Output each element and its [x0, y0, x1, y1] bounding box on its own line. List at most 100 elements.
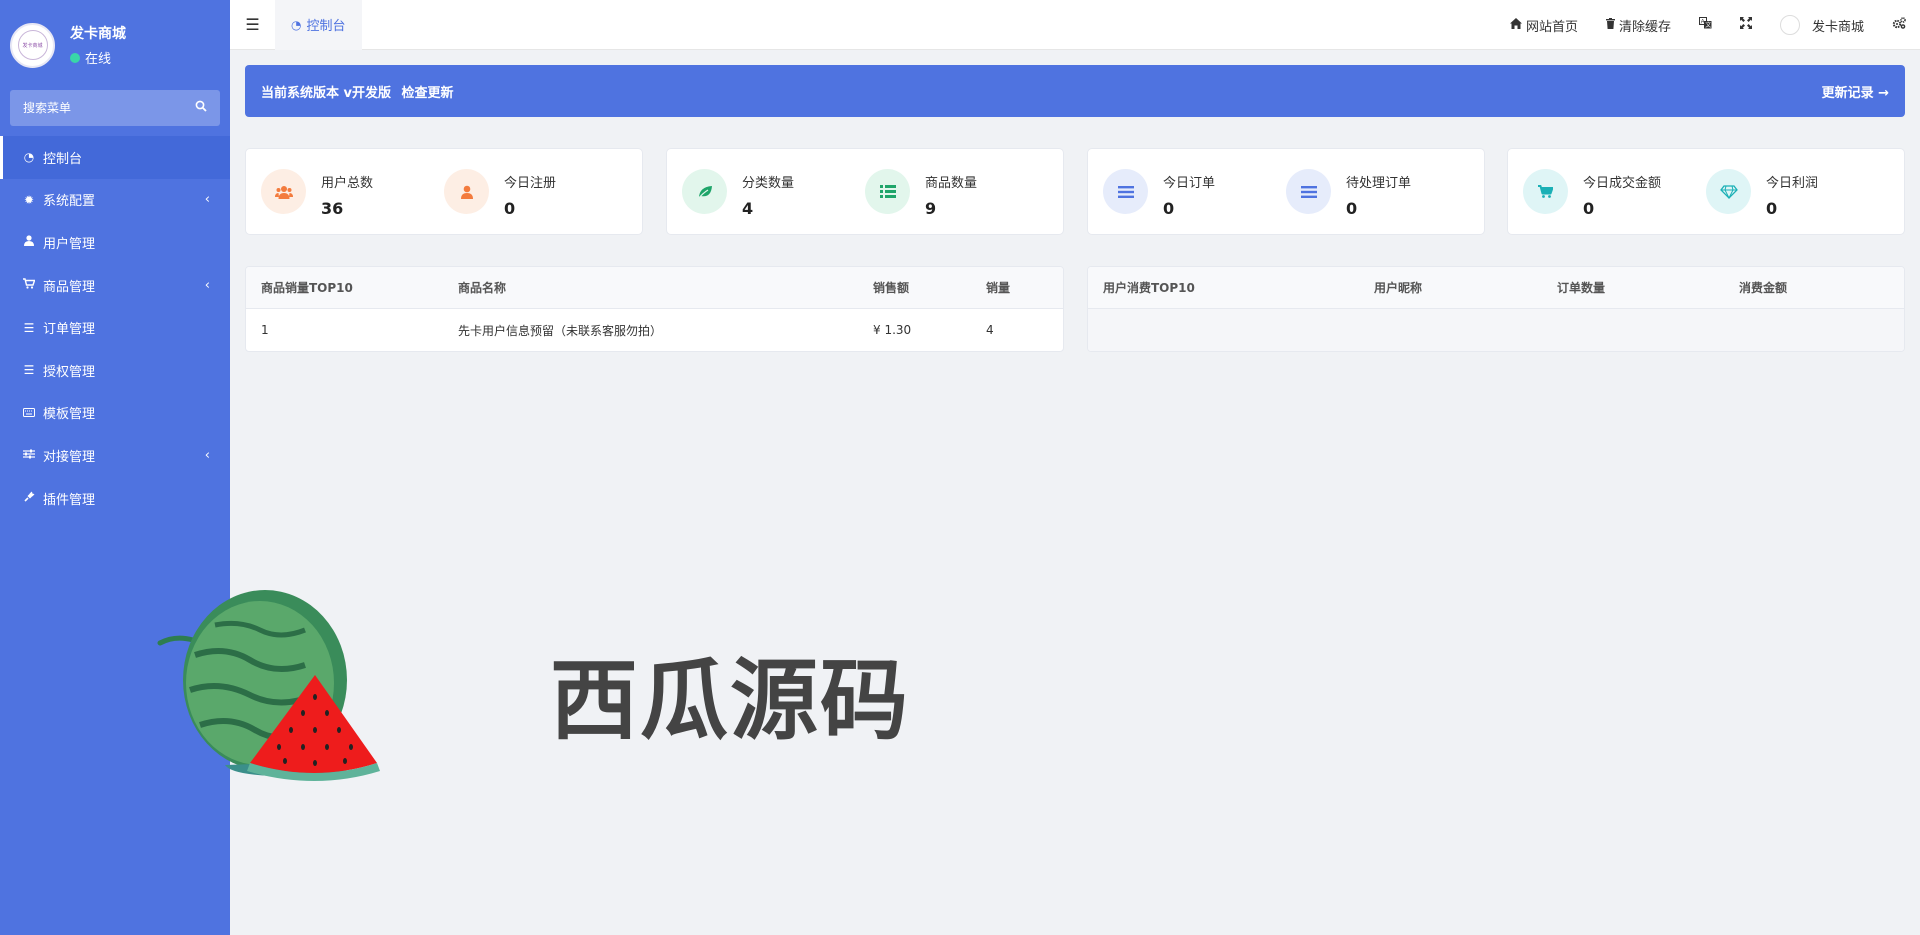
stat-product-count: 商品数量 9	[865, 169, 977, 218]
status-text: 在线	[85, 52, 112, 67]
sidebar-item-orders[interactable]: ☰ 订单管理	[0, 306, 230, 349]
stat-value: 0	[1583, 199, 1595, 218]
expand-icon	[1739, 17, 1752, 33]
sidebar-item-label: 商品管理	[43, 279, 96, 295]
version-text: 当前系统版本 v开发版	[261, 85, 392, 101]
leaf-icon	[682, 169, 727, 214]
stat-value: 4	[742, 199, 754, 218]
column-header: 消费金额	[1739, 281, 1788, 295]
sidebar-item-label: 控制台	[43, 151, 83, 167]
stat-label: 待处理订单	[1346, 176, 1412, 191]
sidebar-item-label: 订单管理	[43, 322, 96, 338]
home-link-label: 网站首页	[1525, 19, 1578, 35]
chevron-left-icon: ‹	[204, 447, 210, 463]
stat-text: 今日成交金额 0	[1583, 169, 1661, 218]
column-header: 销量	[986, 281, 1011, 295]
stat-card-catalog: 分类数量 4 商品数量 9	[666, 148, 1064, 235]
users-icon	[261, 169, 306, 214]
search-icon[interactable]	[195, 100, 207, 116]
version-banner: 当前系统版本 v开发版 检查更新 更新记录 →	[245, 65, 1905, 117]
stat-text: 商品数量 9	[925, 169, 977, 218]
stat-today-orders: 今日订单 0	[1103, 169, 1215, 218]
stat-label: 用户总数	[321, 176, 374, 191]
stat-label: 今日注册	[504, 176, 557, 191]
avatar-logo: 发卡商城	[17, 30, 48, 60]
dashboard-icon: ◔	[23, 150, 35, 165]
changelog-link[interactable]: 更新记录 →	[1822, 82, 1889, 101]
sidebar-item-integrations[interactable]: 对接管理 ‹	[0, 434, 230, 477]
sidebar-item-label: 系统配置	[43, 194, 96, 210]
stat-total-users: 用户总数 36	[261, 169, 373, 218]
menu-search	[10, 90, 220, 126]
watermark-text: 西瓜源码	[550, 649, 911, 752]
top-right-links: 网站首页 清除缓存 A文 发卡商城	[1509, 0, 1920, 50]
chevron-left-icon: ‹	[204, 277, 210, 293]
stat-value: 0	[1766, 199, 1778, 218]
stat-card-users: 用户总数 36 今日注册 0	[245, 148, 643, 235]
list-icon	[1286, 169, 1331, 214]
stat-card-orders: 今日订单 0 待处理订单 0	[1087, 148, 1485, 235]
sidebar-item-label: 对接管理	[43, 449, 96, 465]
menu-search-input[interactable]	[23, 101, 173, 115]
plug-icon	[22, 491, 36, 506]
stat-label: 分类数量	[742, 176, 795, 191]
sidebar-item-users[interactable]: 用户管理	[0, 221, 230, 264]
profile-info: 发卡商城 在线	[70, 23, 126, 67]
keyboard-icon	[22, 406, 36, 420]
consume-top10-table: 用户消费TOP10 用户昵称 订单数量 消费金额	[1087, 266, 1905, 352]
sidebar-item-products[interactable]: 商品管理 ‹	[0, 264, 230, 307]
stat-value: 0	[504, 199, 516, 218]
online-dot-icon	[70, 52, 80, 63]
translate-icon: A文	[1698, 17, 1712, 33]
banner-left: 当前系统版本 v开发版 检查更新	[261, 82, 460, 101]
sidebar-item-dashboard[interactable]: ◔ 控制台	[0, 136, 230, 179]
stat-pending-orders: 待处理订单 0	[1286, 169, 1411, 218]
stat-label: 今日成交金额	[1583, 176, 1662, 191]
stat-label: 今日利润	[1766, 176, 1819, 191]
sidebar-menu: ◔ 控制台 ✹ 系统配置 ‹ 用户管理 商品管理 ‹ ☰ 订单管理 ☰ 授权管理…	[0, 136, 230, 519]
stat-today-registered: 今日注册 0	[444, 169, 556, 218]
language-button[interactable]: A文	[1698, 17, 1712, 33]
table-header: 用户消费TOP10 用户昵称 订单数量 消费金额	[1088, 267, 1904, 309]
column-header: 商品名称	[458, 281, 507, 295]
profile-panel: 发卡商城 发卡商城 在线	[0, 0, 230, 90]
sidebar-item-plugins[interactable]: 插件管理	[0, 477, 230, 520]
stat-text: 分类数量 4	[742, 169, 794, 218]
tab-dashboard[interactable]: ◔ 控制台	[275, 0, 362, 50]
top-navbar: ☰ ◔ 控制台 网站首页 清除缓存 A文 发卡商城	[230, 0, 1920, 50]
table-row[interactable]: 1 先卡用户信息预留（未联系客服勿拍） ¥ 1.30 4	[246, 309, 1063, 351]
sidebar-item-system-config[interactable]: ✹ 系统配置 ‹	[0, 179, 230, 222]
avatar	[1779, 15, 1800, 35]
stat-label: 商品数量	[925, 176, 978, 191]
cart-icon	[1523, 169, 1568, 214]
clear-cache-button[interactable]: 清除缓存	[1605, 16, 1671, 35]
check-update-link[interactable]: 检查更新	[402, 86, 454, 101]
sidebar-item-label: 用户管理	[43, 236, 96, 252]
settings-button[interactable]	[1892, 17, 1906, 33]
stat-label: 今日订单	[1163, 176, 1216, 191]
stat-text: 今日注册 0	[504, 169, 556, 218]
sidebar: 发卡商城 发卡商城 在线 ◔ 控制台 ✹ 系统配置 ‹	[0, 0, 230, 935]
stat-text: 今日订单 0	[1163, 169, 1215, 218]
fullscreen-button[interactable]	[1739, 17, 1752, 33]
svg-text:文: 文	[1705, 21, 1711, 29]
empty-table-body	[1088, 309, 1904, 351]
rank-cell: 1	[261, 323, 269, 337]
stat-text: 今日利润 0	[1766, 169, 1818, 218]
sidebar-item-templates[interactable]: 模板管理	[0, 392, 230, 435]
cart-icon	[22, 278, 36, 292]
user-menu[interactable]: 发卡商城	[1779, 15, 1864, 35]
list-icon: ☰	[23, 363, 35, 378]
column-header: 用户昵称	[1374, 281, 1423, 295]
avatar[interactable]: 发卡商城	[10, 22, 55, 68]
home-link[interactable]: 网站首页	[1509, 16, 1578, 35]
column-header: 商品销量TOP10	[261, 281, 353, 295]
sliders-icon	[22, 448, 36, 462]
stat-value: 0	[1163, 199, 1175, 218]
sidebar-item-label: 授权管理	[43, 364, 96, 380]
trash-icon	[1605, 18, 1615, 32]
sidebar-item-licenses[interactable]: ☰ 授权管理	[0, 349, 230, 392]
profile-status: 在线	[70, 48, 126, 67]
watermark: 西瓜源码	[155, 585, 908, 785]
hamburger-menu-icon[interactable]: ☰	[230, 0, 275, 50]
